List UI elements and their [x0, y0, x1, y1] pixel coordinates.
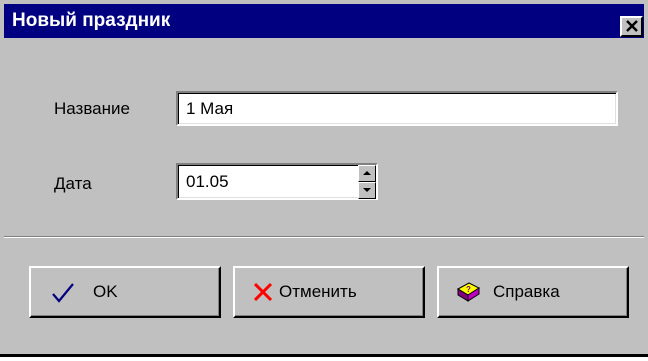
arrow-down-icon [363, 188, 371, 192]
date-label: Дата [54, 174, 92, 193]
name-input[interactable]: 1 Мая [176, 91, 618, 126]
name-label: Название [54, 99, 130, 118]
cross-icon [253, 282, 273, 302]
name-input-value: 1 Мая [186, 99, 234, 118]
ok-button-label: OK [93, 282, 118, 301]
date-input-value: 01.05 [186, 172, 229, 191]
dialog-window: Новый праздник Название 1 Мая Дата 01.05… [0, 0, 648, 356]
date-spin-field[interactable]: 01.05 [176, 163, 378, 200]
close-button[interactable] [620, 16, 643, 37]
arrow-up-icon [363, 171, 371, 175]
cancel-button[interactable]: Отменить [233, 266, 425, 318]
spin-down-button[interactable] [358, 182, 376, 199]
window-bottom-edge [0, 354, 648, 357]
title-bar[interactable]: Новый праздник [4, 4, 644, 38]
spin-up-button[interactable] [358, 165, 376, 182]
help-button-label: Справка [493, 282, 560, 301]
checkmark-icon [52, 283, 74, 303]
close-icon [626, 20, 638, 32]
help-book-icon: ? [456, 282, 481, 302]
ok-button[interactable]: OK [29, 266, 221, 318]
separator-line [4, 236, 644, 238]
cancel-button-label: Отменить [279, 282, 357, 301]
svg-text:?: ? [466, 285, 471, 294]
help-button[interactable]: ? Справка [437, 266, 629, 318]
window-title: Новый праздник [12, 10, 171, 31]
